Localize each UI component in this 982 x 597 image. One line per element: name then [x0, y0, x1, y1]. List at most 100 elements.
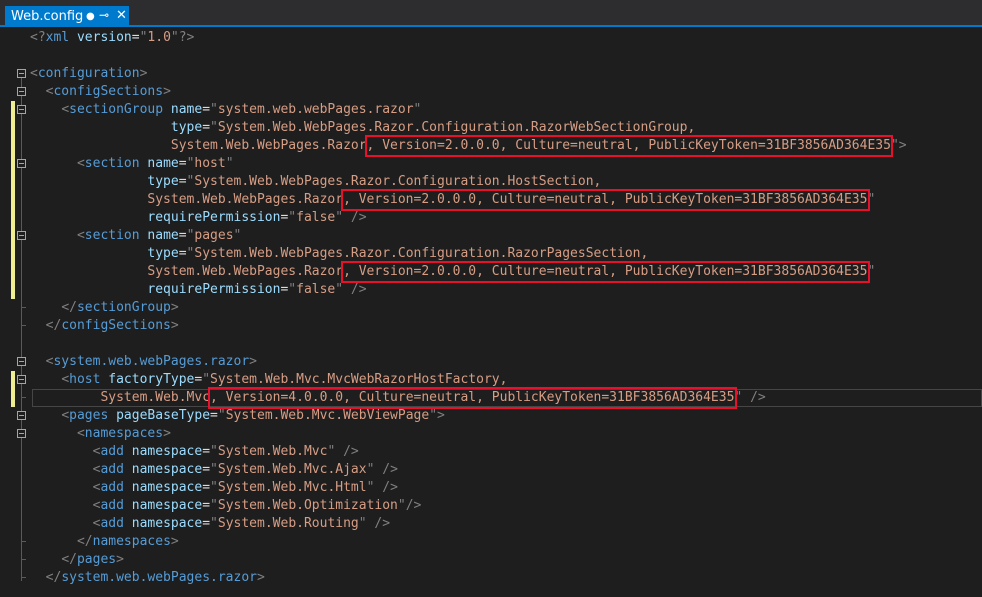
code-token: system.web.webPages.razor [61, 570, 257, 585]
code-line[interactable]: </namespaces> [0, 533, 982, 551]
code-editor[interactable]: <?xml version="1.0"?> <configuration> <co… [0, 27, 982, 597]
code-token: " [210, 516, 218, 531]
code-line[interactable]: requirePermission="false" /> [0, 209, 982, 227]
code-token: < [61, 102, 70, 117]
code-line[interactable]: </sectionGroup> [0, 299, 982, 317]
code-text: </namespaces> [30, 533, 179, 551]
code-token: namespace [131, 480, 203, 495]
code-token: < [76, 156, 85, 171]
code-token: factoryType [108, 372, 195, 387]
code-line[interactable]: <add namespace="System.Web.Routing" /> [0, 515, 982, 533]
code-line[interactable]: </configSections> [0, 317, 982, 335]
collapse-icon[interactable] [17, 375, 26, 384]
close-icon[interactable]: ✕ [116, 7, 127, 24]
code-token: > [170, 534, 179, 549]
code-text: <add namespace="System.Web.Routing" /> [30, 515, 390, 533]
outline-end-mark [21, 541, 26, 542]
collapse-icon[interactable] [17, 411, 26, 420]
tab-web-config[interactable]: Web.config ● ⊸ ✕ [5, 6, 129, 27]
code-token: " [210, 444, 218, 459]
code-token: namespace [131, 516, 203, 531]
code-token: namespaces [92, 534, 171, 549]
code-token: < [30, 66, 38, 81]
code-line[interactable]: <section name="host" [0, 155, 982, 173]
code-line[interactable] [0, 47, 982, 65]
code-text: <?xml version="1.0"?> [30, 29, 194, 47]
code-token: " [217, 408, 226, 423]
code-token: System.Web.Mvc [217, 444, 328, 459]
code-token: System.Web.Routing [217, 516, 359, 531]
code-text: <pages pageBaseType="System.Web.Mvc.WebV… [30, 407, 445, 425]
code-line[interactable]: <add namespace="System.Web.Mvc.Html" /> [0, 479, 982, 497]
code-token: = [202, 516, 211, 531]
code-line[interactable]: <configuration> [0, 65, 982, 83]
code-line[interactable]: <sectionGroup name="system.web.webPages.… [0, 101, 982, 119]
code-text: <add namespace="System.Web.Mvc" /> [30, 443, 359, 461]
code-token: " [335, 282, 344, 297]
code-token: /> [335, 444, 359, 459]
collapse-icon[interactable] [17, 357, 26, 366]
code-token: " [210, 480, 218, 495]
code-token: System.Web.WebPages.Razor.Configuration.… [194, 246, 649, 261]
outline-end-mark [21, 397, 26, 398]
code-line[interactable]: </system.web.webPages.razor> [0, 569, 982, 587]
code-text: requirePermission="false" /> [30, 209, 367, 227]
collapse-icon[interactable] [17, 69, 26, 78]
code-text: <configSections> [30, 83, 171, 101]
code-token: " [397, 498, 406, 513]
code-line[interactable]: <add namespace="System.Web.Optimization"… [0, 497, 982, 515]
code-token: " [288, 282, 297, 297]
code-line[interactable]: <section name="pages" [0, 227, 982, 245]
code-token: </ [45, 318, 62, 333]
collapse-icon[interactable] [17, 429, 26, 438]
code-text: </configSections> [30, 317, 179, 335]
code-token: > [249, 354, 257, 369]
code-token: system.web.webPages.razor [53, 354, 250, 369]
code-line[interactable]: </pages> [0, 551, 982, 569]
code-token: " [210, 120, 218, 135]
code-line[interactable]: <configSections> [0, 83, 982, 101]
code-line[interactable] [0, 335, 982, 353]
code-token: = [131, 30, 140, 45]
collapse-icon[interactable] [17, 231, 26, 240]
collapse-icon[interactable] [17, 105, 26, 114]
code-token: </ [45, 570, 62, 585]
code-token: System.Web.Optimization [217, 498, 398, 513]
collapse-icon[interactable] [17, 87, 26, 96]
code-token: System.Web.Mvc.Ajax [217, 462, 367, 477]
code-token: xml [45, 30, 77, 45]
code-token: /> [366, 516, 391, 531]
code-token: name [170, 102, 203, 117]
code-token: /> [343, 210, 367, 225]
code-token: " [202, 372, 211, 387]
code-line[interactable]: <?xml version="1.0"?> [0, 29, 982, 47]
code-token: > [163, 84, 171, 99]
code-token: " [210, 462, 218, 477]
code-token: "> [429, 408, 445, 423]
version-highlight-box [341, 261, 870, 283]
code-line[interactable]: <pages pageBaseType="System.Web.Mvc.WebV… [0, 407, 982, 425]
code-token: configSections [53, 84, 164, 99]
collapse-icon[interactable] [17, 159, 26, 168]
code-text: </sectionGroup> [30, 299, 178, 317]
code-line[interactable]: <namespaces> [0, 425, 982, 443]
pin-icon[interactable]: ⊸ [99, 7, 109, 24]
code-token: > [163, 426, 171, 441]
code-line[interactable]: requirePermission="false" /> [0, 281, 982, 299]
code-line[interactable]: <system.web.webPages.razor> [0, 353, 982, 371]
code-token: sectionGroup [76, 300, 171, 315]
code-token: </ [61, 552, 77, 567]
code-line[interactable]: <add namespace="System.Web.Mvc" /> [0, 443, 982, 461]
code-line[interactable]: <add namespace="System.Web.Mvc.Ajax" /> [0, 461, 982, 479]
